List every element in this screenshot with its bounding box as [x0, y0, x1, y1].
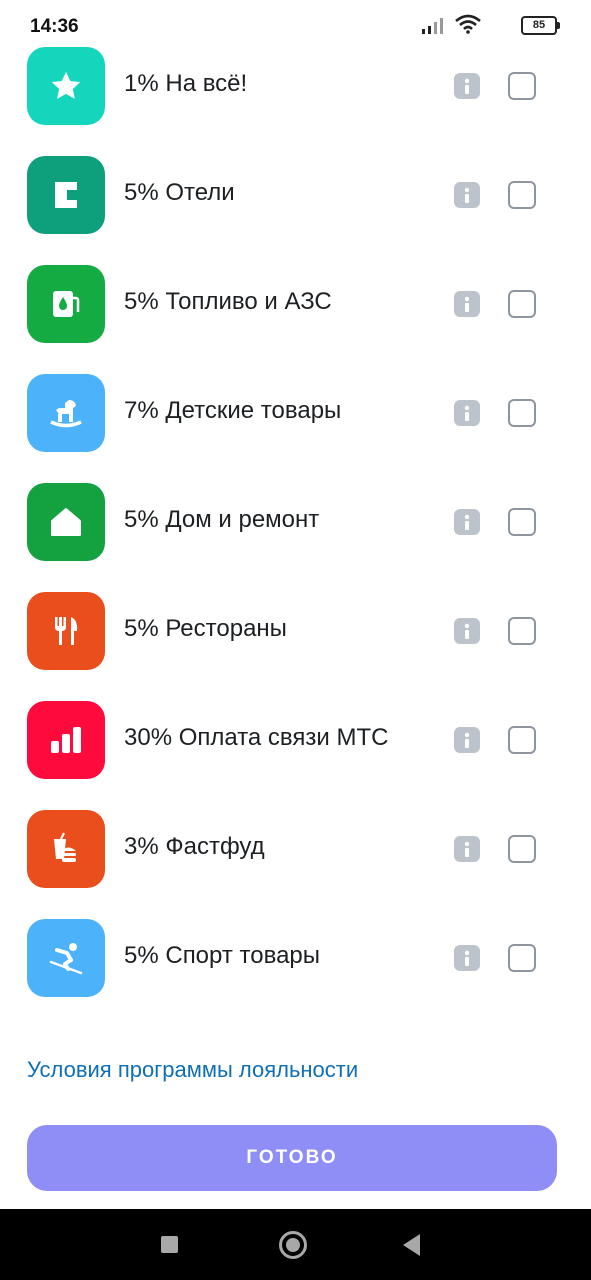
category-checkbox[interactable] — [508, 835, 536, 863]
list-item[interactable]: 3% Фастфуд — [0, 794, 591, 903]
list-item[interactable]: 5% Отели — [0, 140, 591, 249]
burger-drink-icon — [27, 810, 105, 888]
category-checkbox[interactable] — [508, 944, 536, 972]
category-label: 5% Топливо и АЗС — [124, 288, 332, 315]
screen: 14:36 85 1% На всё! 5% Отели 5% Топливо … — [0, 0, 591, 1280]
category-label: 5% Рестораны — [124, 615, 287, 642]
category-label: 3% Фастфуд — [124, 833, 265, 860]
house-icon — [27, 483, 105, 561]
info-icon[interactable] — [454, 73, 480, 99]
hotel-icon — [27, 156, 105, 234]
star-icon — [27, 47, 105, 125]
list-item[interactable]: 5% Топливо и АЗС — [0, 249, 591, 358]
info-icon[interactable] — [454, 618, 480, 644]
category-label: 5% Отели — [124, 179, 235, 206]
list-item[interactable]: 5% Рестораны — [0, 576, 591, 685]
category-list: 1% На всё! 5% Отели 5% Топливо и АЗС 7% … — [0, 31, 591, 1012]
fork-knife-icon — [27, 592, 105, 670]
done-button[interactable]: ГОТОВО — [27, 1125, 557, 1191]
info-icon[interactable] — [454, 400, 480, 426]
fuel-station-icon — [27, 265, 105, 343]
info-icon[interactable] — [454, 509, 480, 535]
category-label: 5% Дом и ремонт — [124, 506, 320, 533]
list-item[interactable]: 7% Детские товары — [0, 358, 591, 467]
info-icon[interactable] — [454, 727, 480, 753]
info-icon[interactable] — [454, 836, 480, 862]
category-checkbox[interactable] — [508, 72, 536, 100]
category-checkbox[interactable] — [508, 508, 536, 536]
category-checkbox[interactable] — [508, 399, 536, 427]
category-label: 30% Оплата связи МТС — [124, 724, 389, 751]
list-item[interactable]: 30% Оплата связи МТС — [0, 685, 591, 794]
list-item[interactable]: 5% Дом и ремонт — [0, 467, 591, 576]
rocking-horse-icon — [27, 374, 105, 452]
system-nav-bar — [0, 1209, 591, 1280]
recent-apps-icon[interactable] — [161, 1236, 178, 1253]
info-icon[interactable] — [454, 291, 480, 317]
signal-bars-icon — [27, 701, 105, 779]
list-item[interactable]: 5% Спорт товары — [0, 903, 591, 1012]
home-icon[interactable] — [279, 1231, 307, 1259]
category-label: 7% Детские товары — [124, 397, 342, 424]
list-item[interactable]: 1% На всё! — [0, 31, 591, 140]
category-checkbox[interactable] — [508, 726, 536, 754]
category-label: 5% Спорт товары — [124, 942, 321, 969]
skier-icon — [27, 919, 105, 997]
category-checkbox[interactable] — [508, 181, 536, 209]
info-icon[interactable] — [454, 945, 480, 971]
category-checkbox[interactable] — [508, 617, 536, 645]
info-icon[interactable] — [454, 182, 480, 208]
category-checkbox[interactable] — [508, 290, 536, 318]
loyalty-terms-link[interactable]: Условия программы лояльности — [27, 1057, 358, 1083]
back-icon[interactable] — [403, 1234, 420, 1256]
category-label: 1% На всё! — [124, 70, 248, 97]
